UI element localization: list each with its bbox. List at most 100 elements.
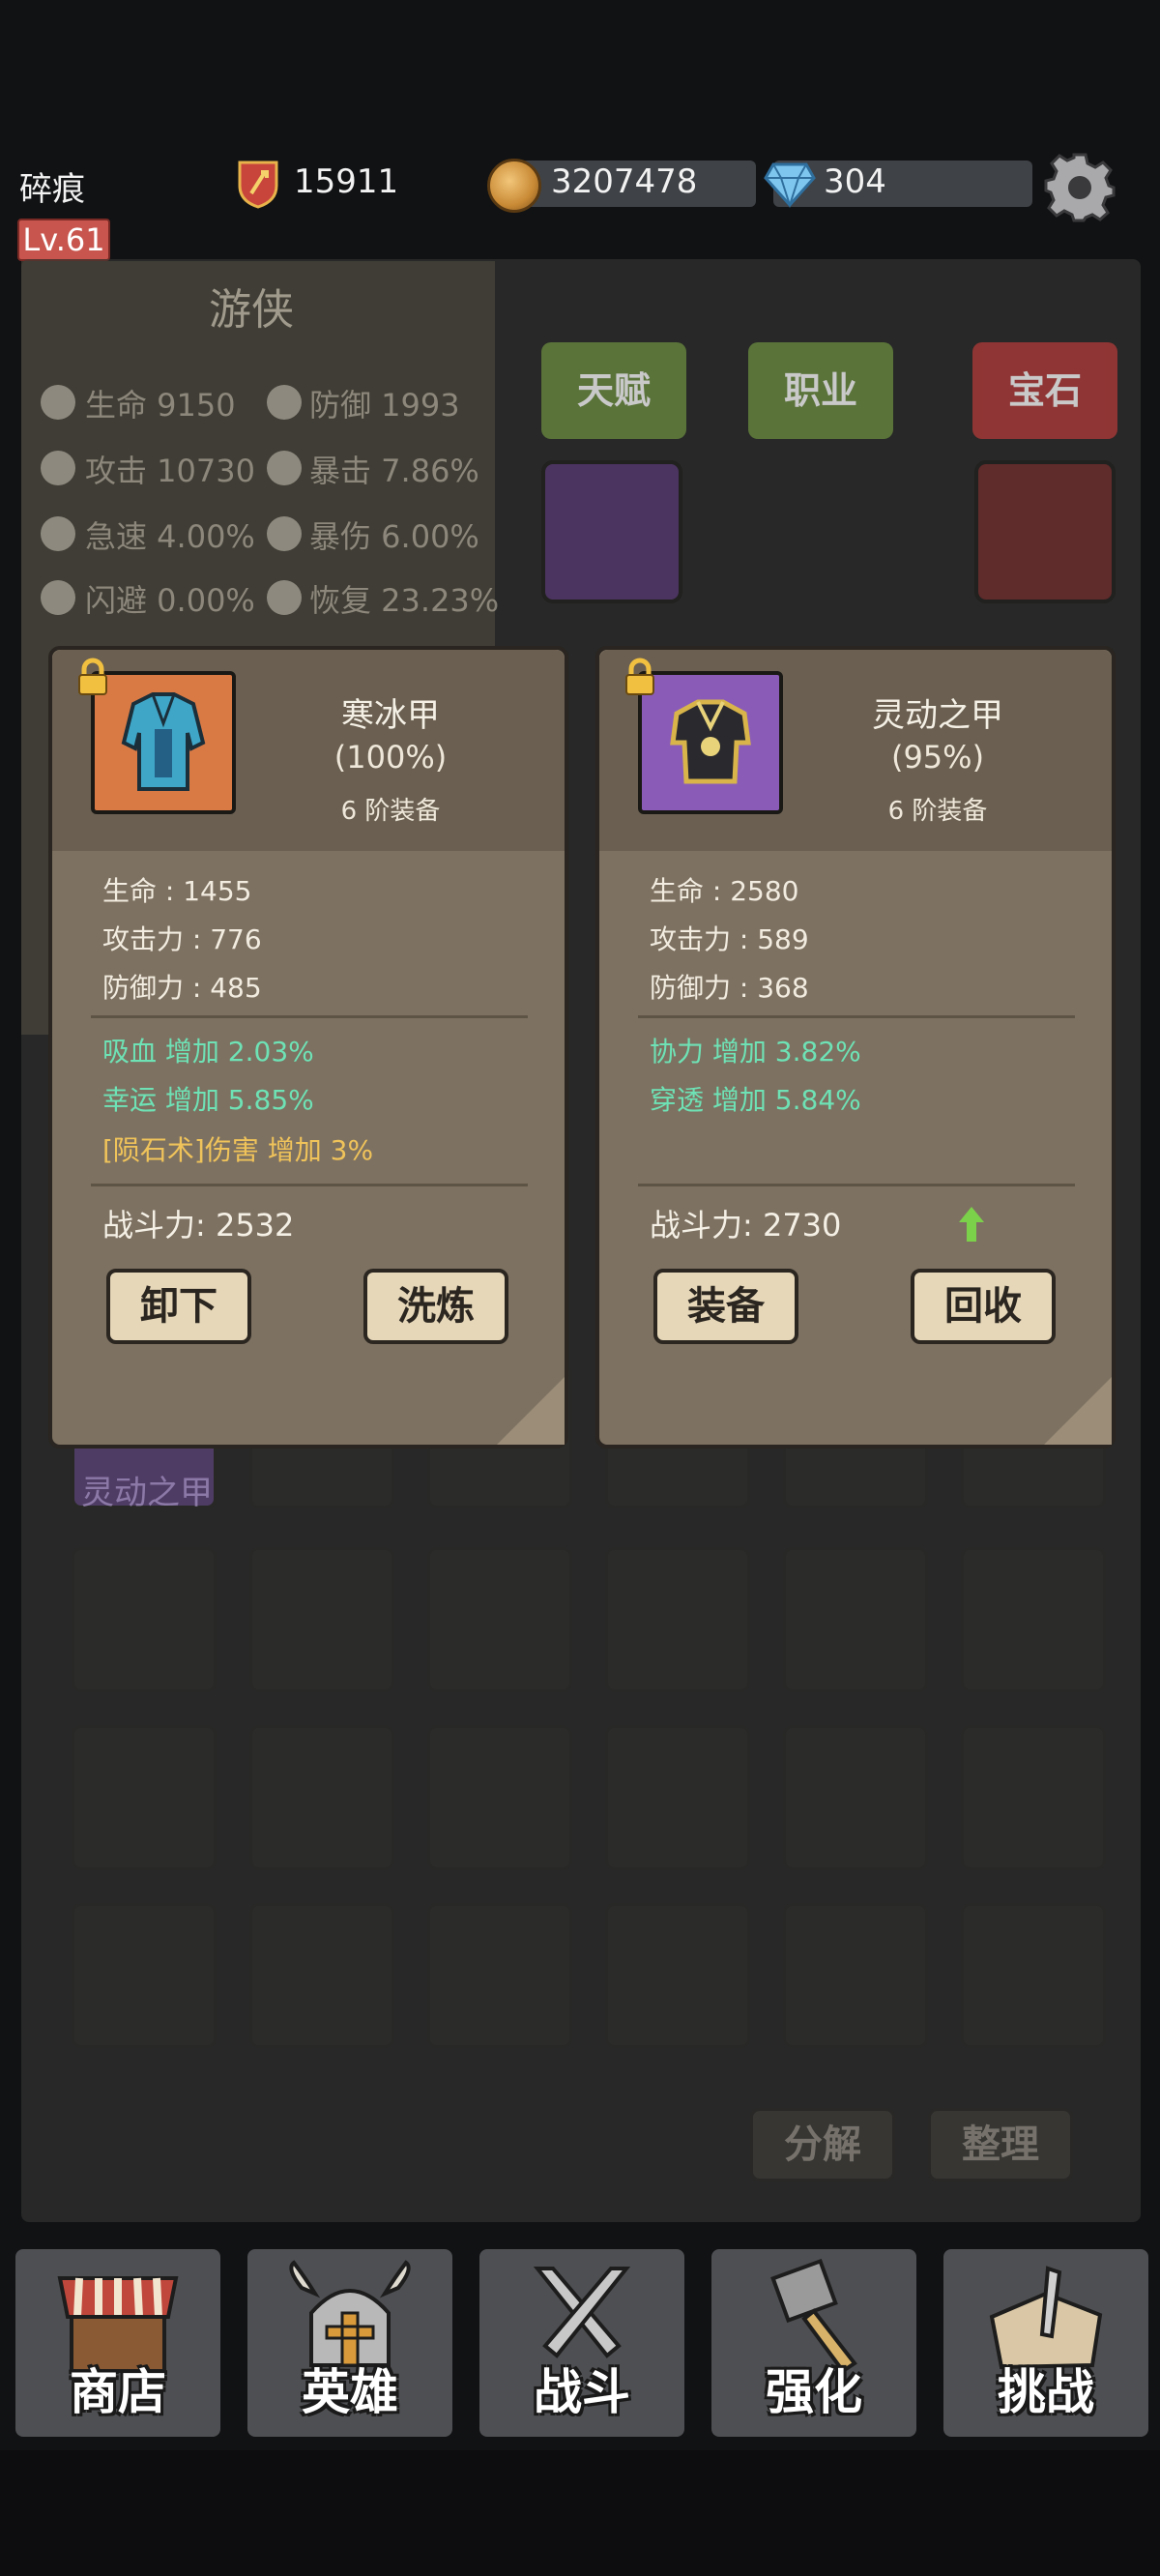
stat-crit-damage: 暴伤 6.00% [309, 518, 479, 555]
inventory-cell[interactable] [783, 1547, 928, 1692]
stat-haste: 急速 4.00% [85, 518, 255, 555]
inventory-cell[interactable] [783, 1725, 928, 1870]
recycle-button[interactable]: 回收 [911, 1269, 1056, 1344]
heal-icon [267, 580, 302, 615]
item-quality-percent: (100%) [334, 739, 448, 776]
attr-attack: 攻击力 : 776 [102, 923, 262, 955]
item-quality-percent: (95%) [890, 739, 985, 776]
gem-value: 304 [824, 162, 886, 201]
organize-button[interactable]: 整理 [928, 2108, 1073, 2181]
tab-talent[interactable]: 天赋 [541, 342, 686, 439]
divider [638, 1015, 1075, 1018]
bonus-luck: 幸运 增加 5.85% [102, 1084, 314, 1116]
item-combat-score: 战斗力: 2730 [650, 1207, 842, 1244]
upgrade-arrow-icon [959, 1207, 984, 1242]
inventory-cell[interactable] [249, 1547, 394, 1692]
nav-battle-label: 战斗 [534, 2364, 630, 2420]
gold-value: 3207478 [551, 162, 698, 201]
item-tier: 6 阶装备 [340, 797, 441, 826]
diamond-icon [764, 162, 816, 209]
sword-icon [41, 451, 75, 485]
settings-gear-icon[interactable] [1044, 151, 1116, 222]
nav-enhance-label: 强化 [766, 2364, 862, 2420]
shield-icon [267, 385, 302, 420]
item-frame [91, 671, 236, 814]
bonus-cooperation: 协力 增加 3.82% [650, 1036, 861, 1068]
attr-hp: 生命 : 1455 [102, 875, 252, 907]
bonus-special: [陨石术]伤害 增加 3% [102, 1134, 374, 1166]
flame-icon [267, 451, 302, 485]
attr-defense: 防御力 : 368 [650, 972, 809, 1004]
bonus-lifesteal: 吸血 增加 2.03% [102, 1036, 314, 1068]
stat-dodge: 闪避 0.00% [85, 582, 255, 619]
card-corner-fold [1044, 1377, 1112, 1445]
nav-hero[interactable]: 英雄 [247, 2249, 452, 2437]
refine-button[interactable]: 洗炼 [363, 1269, 508, 1344]
decompose-button[interactable]: 分解 [750, 2108, 895, 2181]
lock-icon[interactable] [623, 658, 657, 696]
inventory-cell[interactable] [427, 1547, 572, 1692]
item-name: 灵动之甲 [872, 696, 1003, 735]
nav-challenge[interactable]: 挑战 [943, 2249, 1148, 2437]
nav-challenge-label: 挑战 [998, 2364, 1094, 2420]
unequip-button[interactable]: 卸下 [106, 1269, 251, 1344]
equipped-item-card: 寒冰甲 (100%) 6 阶装备 生命 : 1455 攻击力 : 776 防御力… [48, 646, 568, 1449]
card-corner-fold [497, 1377, 565, 1445]
bonus-penetration: 穿透 增加 5.84% [650, 1084, 861, 1116]
nav-shop-label: 商店 [70, 2364, 166, 2420]
inventory-cell[interactable] [605, 1547, 750, 1692]
inventory-cell[interactable] [961, 1725, 1106, 1870]
inventory-cell[interactable] [249, 1725, 394, 1870]
heart-icon [41, 385, 75, 420]
equip-button[interactable]: 装备 [653, 1269, 798, 1344]
equip-slot-helmet[interactable] [541, 460, 682, 603]
nav-enhance[interactable]: 强化 [711, 2249, 916, 2437]
nav-shop[interactable]: 商店 [15, 2249, 220, 2437]
compare-item-card: 灵动之甲 (95%) 6 阶装备 生命 : 2580 攻击力 : 589 防御力… [595, 646, 1116, 1449]
divider [91, 1184, 528, 1186]
tab-gem[interactable]: 宝石 [972, 342, 1117, 439]
inventory-cell[interactable] [249, 1903, 394, 2048]
inventory-item-label: 灵动之甲 [81, 1474, 213, 1512]
coin-icon [487, 159, 541, 213]
divider [638, 1184, 1075, 1186]
inventory-cell[interactable] [605, 1903, 750, 2048]
inventory-cell[interactable] [961, 1903, 1106, 2048]
attr-attack: 攻击力 : 589 [650, 923, 809, 955]
inventory-cell[interactable] [961, 1547, 1106, 1692]
stat-attack: 攻击 10730 [85, 453, 255, 489]
inventory-cell[interactable] [72, 1903, 217, 2048]
burst-icon [267, 516, 302, 551]
hero-class-title: 游侠 [209, 285, 294, 335]
equip-slot-ring[interactable] [974, 460, 1116, 603]
combat-power-value: 15911 [294, 162, 399, 201]
stat-hp: 生命 9150 [85, 387, 236, 424]
item-combat-score: 战斗力: 2532 [102, 1207, 295, 1244]
attr-defense: 防御力 : 485 [102, 972, 262, 1004]
stat-crit: 暴击 7.86% [309, 453, 479, 489]
dodge-icon [41, 580, 75, 615]
lock-icon[interactable] [75, 658, 110, 696]
inventory-cell[interactable] [427, 1725, 572, 1870]
inventory-cell[interactable] [427, 1903, 572, 2048]
agile-armor-icon [670, 699, 751, 784]
stat-defense: 防御 1993 [309, 387, 460, 424]
attr-hp: 生命 : 2580 [650, 875, 799, 907]
nav-hero-label: 英雄 [302, 2364, 398, 2420]
item-frame [638, 671, 783, 814]
tab-job[interactable]: 职业 [748, 342, 893, 439]
inventory-cell[interactable] [72, 1725, 217, 1870]
inventory-cell[interactable] [605, 1725, 750, 1870]
ice-armor-icon [121, 692, 206, 791]
stat-recovery: 恢复 23.23% [309, 582, 500, 619]
power-shield-icon [238, 161, 278, 209]
divider [91, 1015, 528, 1018]
bottom-system-bar [0, 2450, 1160, 2576]
player-name: 碎痕 [19, 170, 85, 209]
item-tier: 6 阶装备 [887, 797, 988, 826]
item-name: 寒冰甲 [341, 696, 440, 735]
inventory-cell[interactable] [783, 1903, 928, 2048]
nav-battle[interactable]: 战斗 [479, 2249, 684, 2437]
level-badge: Lv.61 [17, 219, 110, 261]
inventory-cell[interactable] [72, 1547, 217, 1692]
